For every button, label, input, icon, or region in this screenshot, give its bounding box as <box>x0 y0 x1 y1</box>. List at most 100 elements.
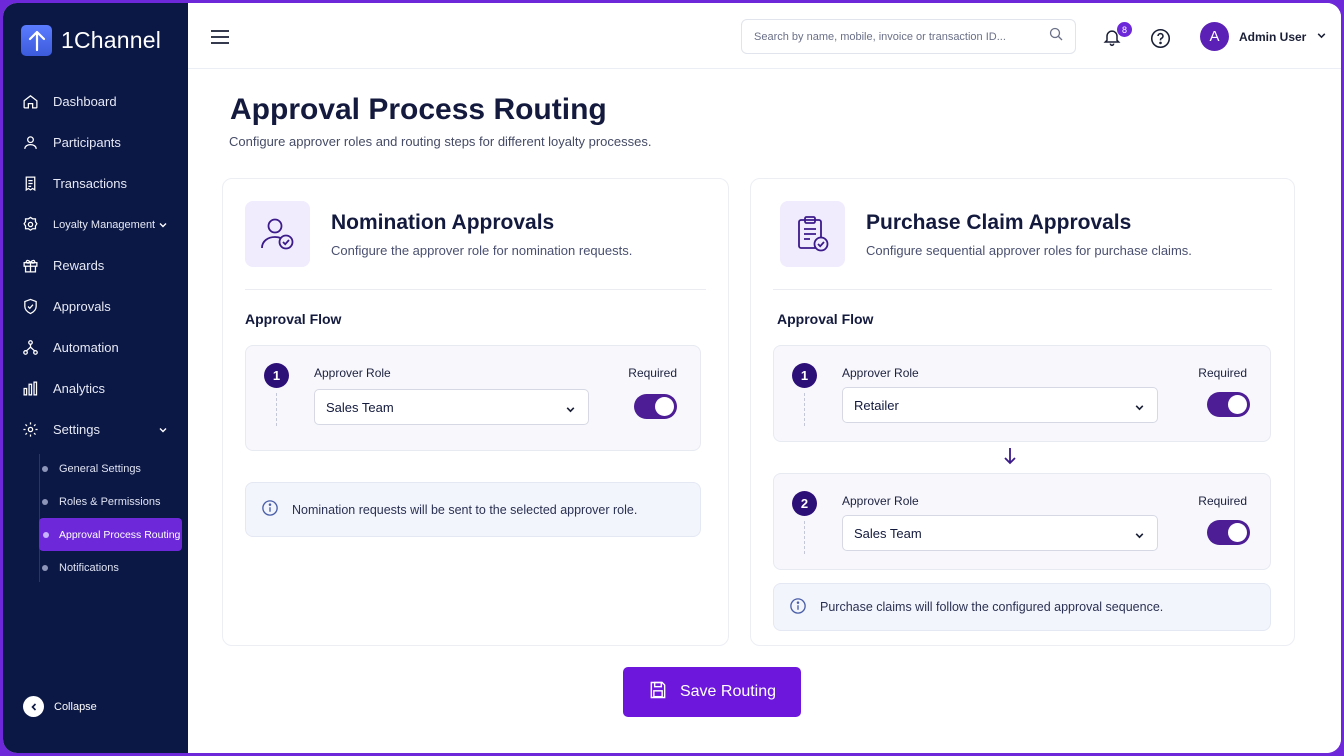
avatar: A <box>1200 22 1229 51</box>
sidebar-item-label: Loyalty Management <box>53 218 156 231</box>
card-description: Configure the approver role for nominati… <box>331 243 633 258</box>
help-icon[interactable] <box>1150 28 1171 54</box>
approver-role-select[interactable]: Sales Team <box>842 515 1158 551</box>
subnav-item-general-settings[interactable]: General Settings <box>31 452 182 485</box>
card-title: Purchase Claim Approvals <box>866 211 1132 234</box>
chevron-down-icon <box>1316 28 1327 46</box>
sidebar-item-loyalty-management[interactable]: Loyalty Management <box>3 204 188 245</box>
select-value: Sales Team <box>326 399 394 415</box>
sidebar-item-rewards[interactable]: Rewards <box>3 245 188 286</box>
subnav-item-approval-process-routing[interactable]: Approval Process Routing <box>39 518 182 551</box>
subnav-item-roles-permissions[interactable]: Roles & Permissions <box>31 485 182 518</box>
approver-role-select[interactable]: Retailer <box>842 387 1158 423</box>
approval-flow-label: Approval Flow <box>245 311 342 327</box>
search-input[interactable] <box>754 30 1049 43</box>
chevron-left-icon <box>23 696 44 717</box>
save-icon <box>648 680 668 705</box>
step-connector <box>804 521 805 554</box>
sidebar-item-label: Dashboard <box>53 94 117 109</box>
select-value: Sales Team <box>854 525 922 541</box>
brand-name: 1Channel <box>61 27 162 53</box>
sidebar-item-automation[interactable]: Automation <box>3 327 188 368</box>
divider <box>245 289 706 290</box>
clipboard-check-icon <box>780 201 845 267</box>
app-window: 1Channel Dashboard Participants Transact… <box>3 3 1341 753</box>
receipt-icon <box>21 175 39 193</box>
info-text: Nomination requests will be sent to the … <box>292 502 638 517</box>
search-icon[interactable] <box>1049 27 1063 46</box>
toggle-knob <box>655 397 674 416</box>
chevron-down-icon <box>158 423 168 438</box>
purchase-claim-approvals-card: Purchase Claim Approvals Configure seque… <box>750 178 1295 646</box>
approval-step: 2 Approver Role Sales Team Required <box>773 473 1271 570</box>
user-menu[interactable]: A Admin User <box>1200 22 1327 51</box>
approval-flow-label: Approval Flow <box>777 311 874 327</box>
sidebar-item-label: Settings <box>53 422 100 437</box>
toggle-knob <box>1228 395 1247 414</box>
save-routing-button[interactable]: Save Routing <box>623 667 801 717</box>
sidebar-item-label: Transactions <box>53 176 127 191</box>
subnav-item-label: Approval Process Routing <box>59 528 181 541</box>
sidebar-nav: Dashboard Participants Transactions Loya… <box>3 81 188 586</box>
required-toggle[interactable] <box>634 394 677 419</box>
toggle-knob <box>1228 523 1247 542</box>
info-icon <box>789 597 807 618</box>
brand[interactable]: 1Channel <box>21 25 161 56</box>
sidebar-item-label: Analytics <box>53 381 106 396</box>
sidebar-item-participants[interactable]: Participants <box>3 122 188 163</box>
chevron-down-icon <box>1134 401 1145 416</box>
home-icon <box>21 93 39 111</box>
main-content: 8 A Admin User Approval Process Routing … <box>188 3 1341 753</box>
page-title: Approval Process Routing <box>230 93 607 126</box>
bullet-dot <box>43 531 49 538</box>
subnav-item-notifications[interactable]: Notifications <box>31 551 182 584</box>
info-icon <box>261 499 279 520</box>
sidebar-item-label: Approvals <box>53 299 111 314</box>
notification-count-badge: 8 <box>1117 22 1132 37</box>
nomination-approvals-card: Nomination Approvals Configure the appro… <box>222 178 729 646</box>
arrow-down-icon <box>1003 447 1017 470</box>
approver-role-select[interactable]: Sales Team <box>314 389 589 425</box>
required-toggle[interactable] <box>1207 520 1250 545</box>
chevron-down-icon <box>158 218 168 233</box>
chevron-down-icon <box>1134 529 1145 544</box>
card-title: Nomination Approvals <box>331 211 555 234</box>
search-box <box>741 19 1076 54</box>
approval-step: 1 Approver Role Retailer Required <box>773 345 1271 442</box>
approver-role-label: Approver Role <box>842 366 919 380</box>
menu-icon[interactable] <box>210 29 230 50</box>
step-connector <box>804 393 805 426</box>
approver-role-label: Approver Role <box>842 494 919 508</box>
sidebar-item-label: Automation <box>53 340 119 355</box>
sidebar-item-approvals[interactable]: Approvals <box>3 286 188 327</box>
workflow-icon <box>21 339 39 357</box>
sidebar: 1Channel Dashboard Participants Transact… <box>3 3 188 753</box>
divider <box>773 289 1272 290</box>
sidebar-item-settings[interactable]: Settings <box>3 409 188 450</box>
collapse-label: Collapse <box>54 700 97 713</box>
sidebar-item-label: Participants <box>53 135 121 150</box>
sidebar-item-analytics[interactable]: Analytics <box>3 368 188 409</box>
bullet-dot <box>42 498 48 505</box>
info-banner: Nomination requests will be sent to the … <box>245 482 701 537</box>
sidebar-item-dashboard[interactable]: Dashboard <box>3 81 188 122</box>
topbar: 8 A Admin User <box>188 3 1341 69</box>
sidebar-item-transactions[interactable]: Transactions <box>3 163 188 204</box>
step-number: 1 <box>264 363 289 388</box>
user-check-icon <box>245 201 310 267</box>
gift-icon <box>21 257 39 275</box>
page-subtitle: Configure approver roles and routing ste… <box>229 134 652 149</box>
subnav-item-label: General Settings <box>59 462 141 475</box>
approver-role-label: Approver Role <box>314 366 391 380</box>
gear-icon <box>21 421 39 439</box>
shield-check-icon <box>21 298 39 316</box>
required-label: Required <box>1198 494 1247 508</box>
required-toggle[interactable] <box>1207 392 1250 417</box>
collapse-button[interactable]: Collapse <box>23 696 97 717</box>
select-value: Retailer <box>854 397 899 413</box>
card-description: Configure sequential approver roles for … <box>866 243 1192 258</box>
approval-step: 1 Approver Role Sales Team Required <box>245 345 701 451</box>
brand-logo-icon <box>21 25 52 56</box>
step-number: 2 <box>792 491 817 516</box>
gear-badge-icon <box>21 216 39 234</box>
